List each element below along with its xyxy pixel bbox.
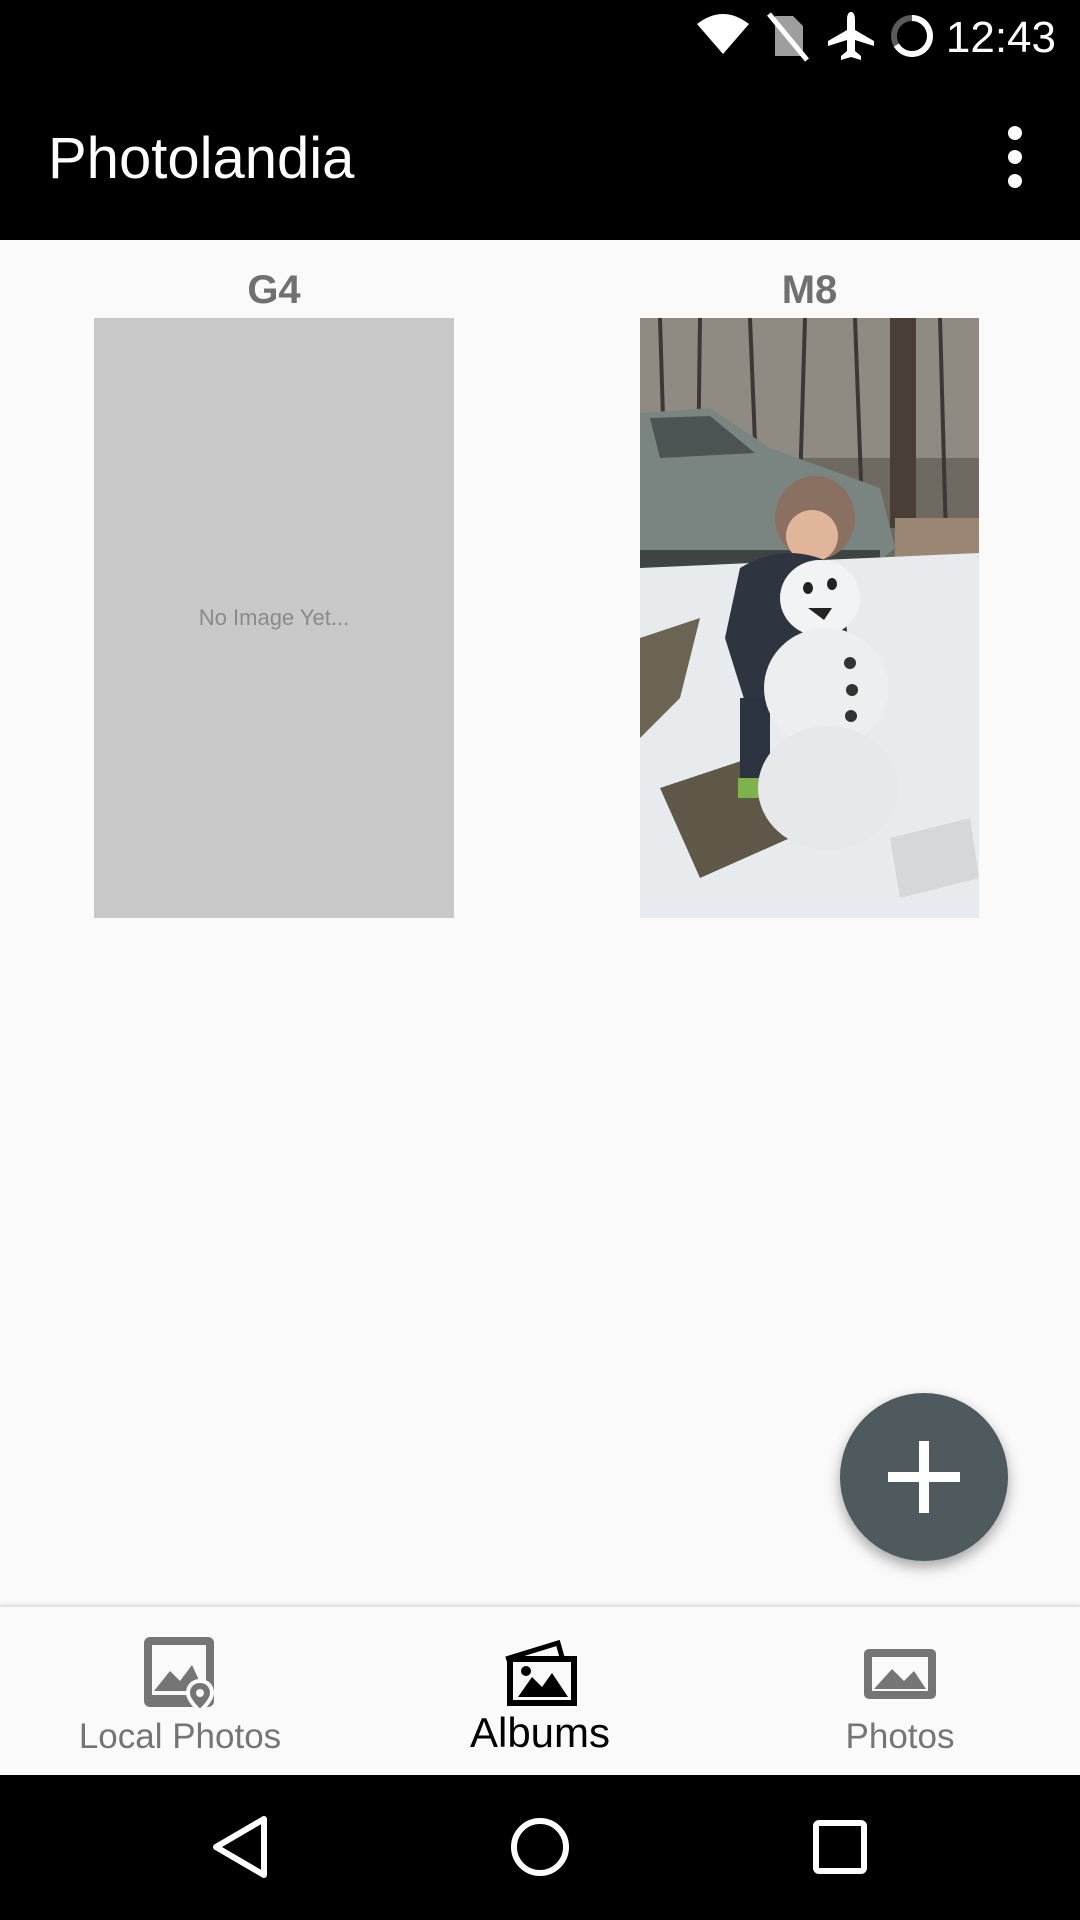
airplane-mode-icon: [828, 12, 874, 60]
back-icon[interactable]: [202, 1807, 282, 1887]
local-photos-icon: [144, 1637, 215, 1713]
nav-label-local-photos: Local Photos: [78, 1717, 282, 1756]
photos-icon: [864, 1649, 936, 1699]
nav-label-albums: Albums: [469, 1709, 611, 1756]
album-name: M8: [781, 268, 838, 312]
screen: 12:43 Photolandia G4 No Image Yet... M8: [0, 0, 1080, 1920]
album-name: G4: [247, 268, 301, 312]
status-bar: 12:43: [0, 0, 1080, 75]
status-time: 12:43: [945, 13, 1056, 62]
album-card-m8[interactable]: M8: [640, 240, 979, 920]
app-bar: Photolandia: [0, 75, 1080, 240]
album-thumbnail-photo[interactable]: [640, 318, 979, 918]
loading-spinner-icon: [891, 15, 933, 57]
home-icon[interactable]: [500, 1807, 580, 1887]
nav-label-photos: Photos: [845, 1717, 955, 1756]
bottom-navigation: Local Photos Albums Photos: [0, 1605, 1080, 1777]
album-thumbnail-placeholder[interactable]: No Image Yet...: [94, 318, 454, 918]
nav-item-albums[interactable]: Albums: [360, 1607, 720, 1777]
no-image-text: No Image Yet...: [198, 605, 350, 630]
app-title: Photolandia: [48, 126, 355, 191]
nav-item-photos[interactable]: Photos: [720, 1607, 1080, 1777]
albums-icon: [505, 1639, 577, 1706]
nav-item-local-photos[interactable]: Local Photos: [0, 1607, 360, 1777]
add-icon: [888, 1441, 960, 1513]
album-card-g4[interactable]: G4 No Image Yet...: [94, 240, 454, 920]
no-sim-icon: [767, 12, 809, 62]
add-album-fab[interactable]: [840, 1393, 1008, 1561]
recents-icon[interactable]: [800, 1807, 880, 1887]
more-vert-icon[interactable]: [980, 117, 1050, 197]
system-navigation-bar: [0, 1775, 1080, 1920]
wifi-icon: [697, 14, 749, 54]
